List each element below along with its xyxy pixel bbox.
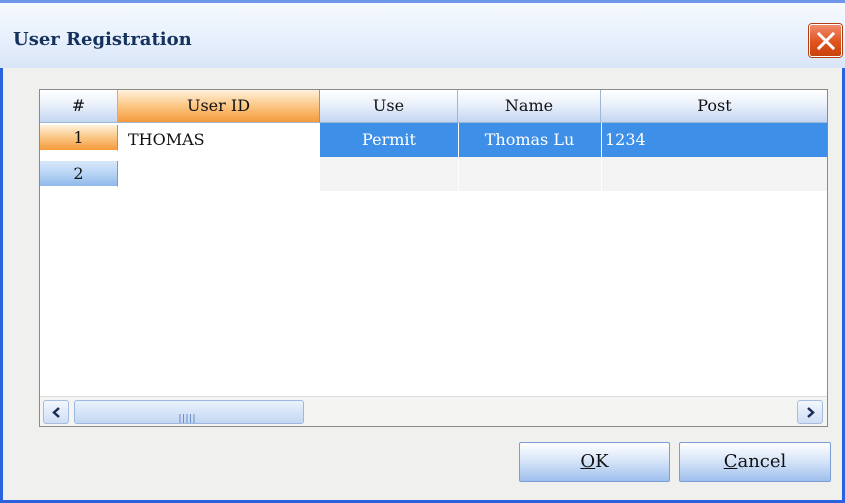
user-registration-dialog: User Registration # User ID Use Name Pos… [0, 0, 845, 503]
close-button[interactable] [809, 24, 842, 57]
ok-button[interactable]: OK [519, 442, 670, 482]
cell-post-1[interactable]: 1234 [601, 123, 827, 157]
scroll-left-button[interactable] [43, 400, 69, 424]
column-header-user-id[interactable]: User ID [118, 90, 320, 123]
ok-mnemonic: O [580, 451, 596, 472]
cell-user-id-2[interactable] [128, 157, 318, 191]
column-header-use[interactable]: Use [320, 90, 458, 123]
title-bar[interactable]: User Registration [0, 0, 845, 68]
horizontal-scrollbar[interactable] [40, 396, 827, 426]
row-header-2[interactable]: 2 [40, 161, 118, 187]
scrollbar-thumb[interactable] [74, 400, 304, 424]
row-header-1[interactable]: 1 [40, 125, 118, 151]
user-grid[interactable]: # User ID Use Name Post 1 THOMAS Permit … [39, 89, 828, 427]
chevron-left-icon [52, 407, 60, 418]
column-header-post[interactable]: Post [601, 90, 827, 123]
cell-post-2[interactable] [601, 157, 827, 191]
cancel-mnemonic: C [723, 451, 738, 472]
column-divider [601, 123, 602, 191]
cell-name-1[interactable]: Thomas Lu [458, 123, 601, 157]
cell-use-2[interactable] [320, 157, 458, 191]
cell-user-id-1[interactable]: THOMAS [128, 123, 318, 157]
column-header-number[interactable]: # [40, 90, 118, 123]
column-divider [458, 123, 459, 191]
scrollbar-grip [179, 408, 195, 426]
window-title: User Registration [13, 29, 192, 50]
cancel-button[interactable]: Cancel [679, 442, 831, 482]
chevron-right-icon [807, 407, 815, 418]
close-icon [816, 31, 836, 51]
cancel-label: ancel [737, 451, 787, 472]
column-header-name[interactable]: Name [458, 90, 601, 123]
cell-name-2[interactable] [458, 157, 601, 191]
cell-use-1[interactable]: Permit [320, 123, 458, 157]
scroll-right-button[interactable] [797, 400, 823, 424]
ok-label: K [595, 451, 609, 472]
